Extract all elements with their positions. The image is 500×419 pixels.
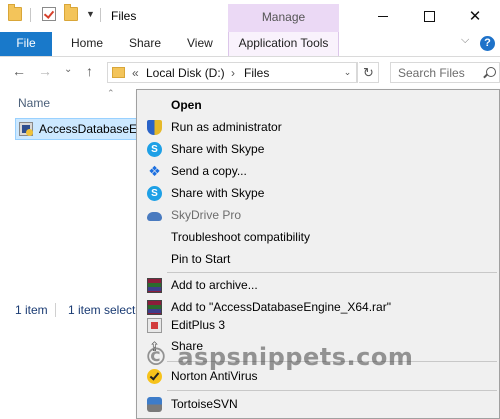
close-button[interactable]: ✕ (452, 0, 498, 32)
search-input[interactable]: Search Files (390, 62, 500, 83)
separator (30, 8, 31, 22)
breadcrumb-overflow[interactable]: « (132, 66, 139, 80)
new-folder-icon[interactable] (64, 4, 78, 21)
tortoisesvn-icon (147, 397, 162, 412)
menu-separator (167, 272, 497, 273)
sort-up-icon: ⌃ (107, 88, 115, 98)
expand-ribbon-icon[interactable]: ⌵ (461, 34, 469, 47)
menu-item-label: Norton AntiVirus (171, 369, 258, 383)
menu-item-label: Add to archive... (171, 278, 258, 292)
maximize-button[interactable] (406, 0, 452, 32)
dropbox-icon: ❖ (148, 163, 161, 179)
separator (100, 8, 101, 22)
title-bar: ▼ Files Manage ✕ (0, 0, 500, 32)
winrar-icon (147, 300, 162, 315)
menu-item-label: Share with Skype (171, 142, 265, 156)
tab-application-tools[interactable]: Application Tools (228, 32, 339, 56)
tab-share[interactable]: Share (119, 32, 171, 56)
refresh-icon[interactable]: ↻ (359, 62, 379, 83)
shield-icon (147, 120, 162, 135)
menu-item-skydrive-pro: SkyDrive Pro (137, 204, 499, 226)
recent-locations-icon[interactable]: ⌄ (64, 64, 72, 75)
manage-contextual-tab[interactable]: Manage (228, 4, 339, 32)
menu-item-add-to-archive[interactable]: Add to archive... (137, 274, 499, 296)
menu-item-label: Run as administrator (171, 120, 282, 134)
menu-item-label: SkyDrive Pro (171, 208, 242, 222)
back-arrow-icon[interactable]: ← (12, 63, 26, 79)
menu-item-label: Pin to Start (171, 252, 231, 266)
up-arrow-icon[interactable]: ↑ (86, 63, 93, 79)
menu-item-label: Send a copy... (171, 164, 247, 178)
breadcrumb-files[interactable]: Files (244, 66, 269, 80)
status-selected-count: 1 item selecte (68, 303, 143, 317)
forward-arrow-icon[interactable]: → (38, 63, 52, 79)
tab-view[interactable]: View (177, 32, 223, 56)
close-icon: ✕ (468, 7, 482, 25)
customize-quick-access-icon[interactable]: ▼ (86, 9, 95, 19)
skype-icon: S (147, 142, 162, 157)
address-dropdown-icon[interactable]: ⌄ (338, 62, 358, 83)
breadcrumb-local-disk[interactable]: Local Disk (D:) (146, 66, 225, 80)
maximize-icon (423, 10, 435, 22)
menu-item-troubleshoot-compatibility[interactable]: Troubleshoot compatibility (137, 226, 499, 248)
minimize-icon (378, 15, 388, 17)
menu-item-label: Share with Skype (171, 186, 265, 200)
installer-icon (19, 122, 33, 136)
winrar-icon (147, 278, 162, 293)
skype-icon: S (147, 186, 162, 201)
menu-item-label: TortoiseSVN (171, 397, 238, 411)
menu-item-label: Add to "AccessDatabaseEngine_X64.rar" (171, 300, 391, 314)
menu-item-pin-to-start[interactable]: Pin to Start (137, 248, 499, 270)
watermark: © aspsnippets.com (144, 343, 414, 371)
cloud-icon (147, 212, 162, 221)
minimize-button[interactable] (360, 0, 406, 32)
menu-item-send-a-copy[interactable]: ❖ Send a copy... (137, 160, 499, 182)
menu-item-label: Troubleshoot compatibility (171, 230, 310, 244)
address-bar[interactable]: « Local Disk (D:) › Files (107, 62, 357, 83)
help-icon[interactable]: ? (480, 36, 495, 51)
menu-item-open[interactable]: Open (137, 94, 499, 116)
properties-icon[interactable] (42, 7, 56, 21)
ribbon: File Home Share View Application Tools ⌵… (0, 32, 500, 57)
menu-item-run-as-administrator[interactable]: Run as administrator (137, 116, 499, 138)
editplus-icon (147, 318, 162, 333)
separator (55, 303, 56, 317)
chevron-right-icon[interactable]: › (231, 66, 235, 80)
menu-item-share-with-skype-2[interactable]: S Share with Skype (137, 182, 499, 204)
folder-icon (8, 4, 22, 21)
menu-item-label: EditPlus 3 (171, 318, 226, 332)
tab-home[interactable]: Home (61, 32, 113, 56)
tab-file[interactable]: File (0, 32, 52, 56)
menu-item-editplus[interactable]: EditPlus 3 (137, 314, 499, 336)
status-item-count: 1 item (15, 303, 48, 317)
folder-icon (112, 67, 125, 78)
menu-item-label: Open (171, 98, 202, 112)
search-placeholder: Search Files (398, 66, 465, 80)
menu-item-share-with-skype[interactable]: S Share with Skype (137, 138, 499, 160)
norton-icon (147, 369, 162, 384)
list-item[interactable]: AccessDatabaseEngine_X64 (15, 118, 194, 140)
window-title: Files (111, 9, 137, 23)
search-icon (486, 67, 496, 77)
menu-separator (167, 390, 497, 391)
column-header-name[interactable]: Name (18, 96, 50, 110)
menu-item-tortoisesvn[interactable]: TortoiseSVN (137, 393, 499, 415)
